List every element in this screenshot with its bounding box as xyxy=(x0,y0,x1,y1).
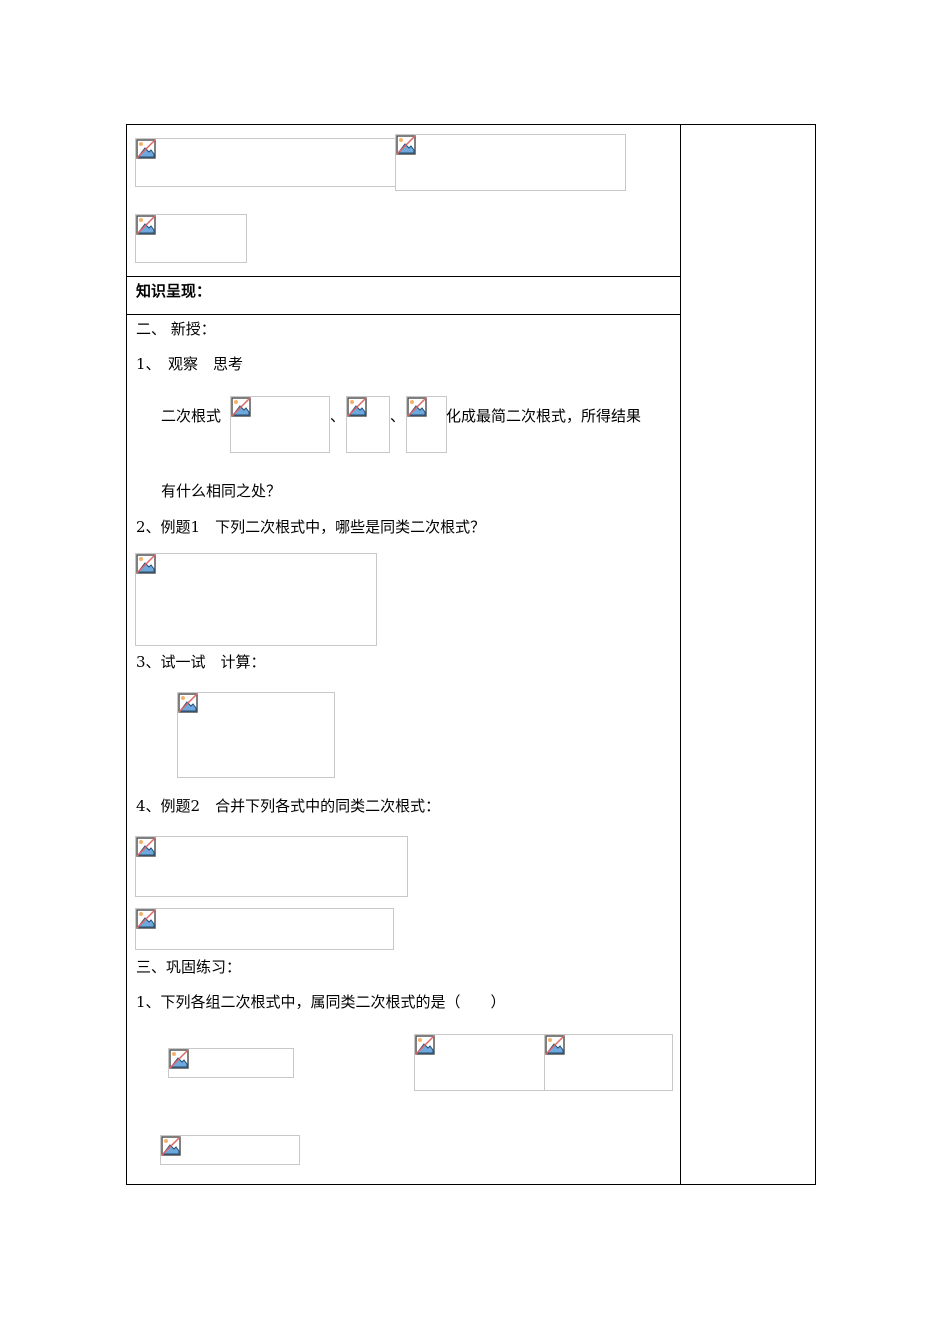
broken-image-icon xyxy=(545,1035,565,1055)
broken-image-icon xyxy=(407,397,427,417)
broken-image-icon xyxy=(136,139,156,159)
formula-image xyxy=(168,1048,294,1078)
formula-image xyxy=(135,214,247,263)
document-page: 知识呈现： 二、 新授： 1、 观察 思考 二次根式 、 、 化成最简二次根式，… xyxy=(0,0,950,1344)
section-header: 知识呈现： xyxy=(136,282,212,300)
table-border-right xyxy=(815,124,816,1185)
broken-image-icon xyxy=(415,1035,435,1055)
table-row-divider xyxy=(126,276,681,277)
table-border-bottom xyxy=(126,1184,816,1185)
broken-image-icon xyxy=(136,215,156,235)
table-border-top xyxy=(126,124,816,125)
broken-image-icon xyxy=(169,1049,189,1069)
practice-item1: 1、下列各组二次根式中，属同类二次根式的是（ ） xyxy=(136,993,506,1011)
item2: 2、例题1 下列二次根式中，哪些是同类二次根式？ xyxy=(136,518,486,536)
broken-image-icon xyxy=(161,1136,181,1156)
item4: 4、例题2 合并下列各式中的同类二次根式： xyxy=(136,797,441,815)
broken-image-icon xyxy=(347,397,367,417)
formula-image xyxy=(177,692,335,778)
formula-image xyxy=(160,1135,300,1165)
formula-image xyxy=(230,396,330,453)
broken-image-icon xyxy=(136,909,156,929)
separator: 、 xyxy=(390,407,406,425)
practice-title: 三、巩固练习： xyxy=(136,958,242,976)
formula-image xyxy=(544,1034,673,1091)
broken-image-icon xyxy=(231,397,251,417)
formula-image xyxy=(135,908,394,950)
formula-image xyxy=(414,1034,545,1091)
formula-image xyxy=(135,836,408,897)
item1-question: 有什么相同之处？ xyxy=(161,482,282,500)
item1-title: 1、 观察 思考 xyxy=(136,355,244,373)
broken-image-icon xyxy=(136,554,156,574)
table-border-left xyxy=(126,124,127,1185)
table-column-divider xyxy=(680,124,681,1185)
table-row-divider xyxy=(126,314,681,315)
formula-image xyxy=(346,396,390,453)
formula-image xyxy=(135,553,377,646)
item1-tail: 化成最简二次根式，所得结果 xyxy=(446,407,642,425)
broken-image-icon xyxy=(136,837,156,857)
item3: 3、试一试 计算： xyxy=(136,653,266,671)
broken-image-icon xyxy=(396,135,416,155)
broken-image-icon xyxy=(178,693,198,713)
separator: 、 xyxy=(330,407,346,425)
formula-image xyxy=(406,396,447,453)
formula-image xyxy=(135,138,396,187)
formula-image xyxy=(395,134,626,191)
item1-lead: 二次根式 xyxy=(161,407,222,425)
new-lesson-title: 二、 新授： xyxy=(136,320,216,338)
